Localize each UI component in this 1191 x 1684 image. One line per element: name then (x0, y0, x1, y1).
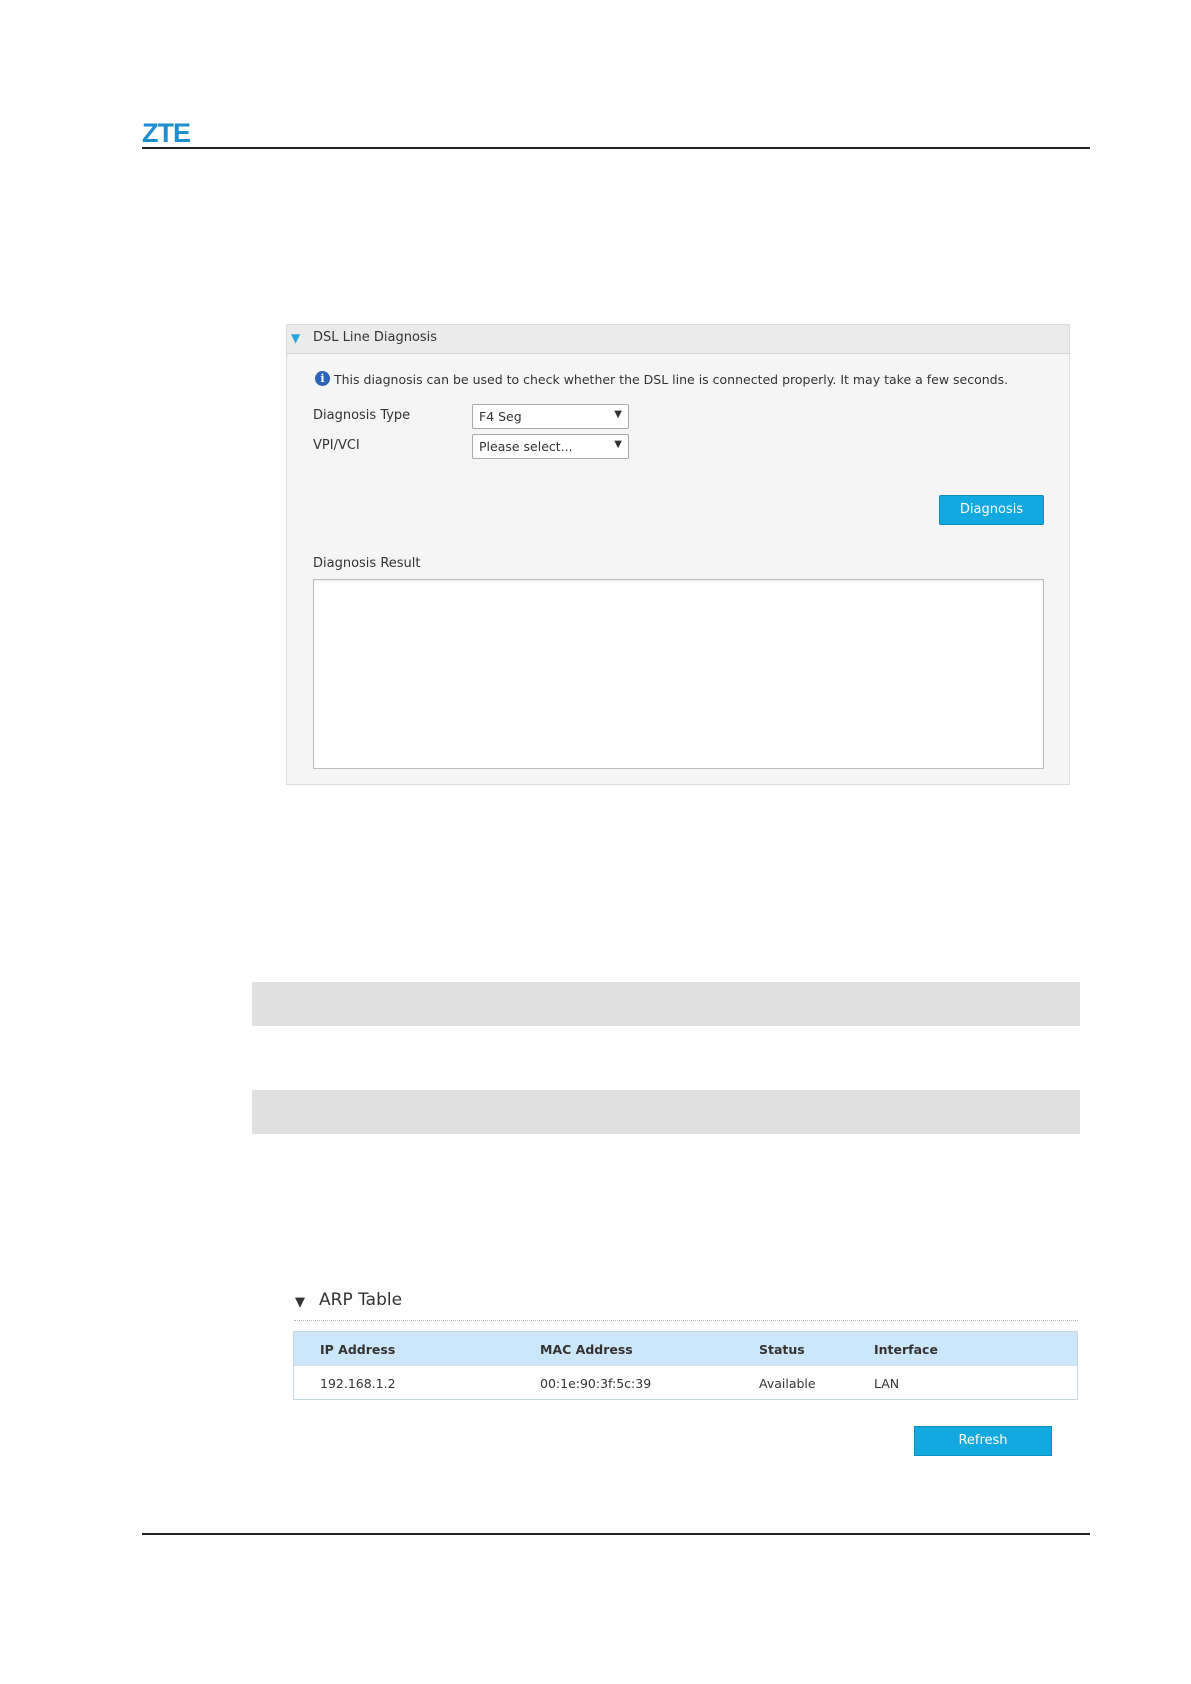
dropdown-arrow-icon: ▼ (614, 439, 622, 450)
header-rule (142, 147, 1090, 149)
vpi-vci-select[interactable]: Please select... ▼ (472, 434, 629, 459)
zte-logo: ZTE (142, 118, 191, 148)
column-header-interface: Interface (874, 1342, 938, 1357)
vpi-vci-label: VPI/VCI (313, 438, 360, 453)
dsl-line-diagnosis-panel: ▼ DSL Line Diagnosis i This diagnosis ca… (286, 324, 1070, 785)
footer-rule (142, 1533, 1090, 1535)
diagnosis-type-value: F4 Seg (479, 409, 522, 424)
dropdown-arrow-icon: ▼ (614, 409, 622, 420)
diagnosis-button[interactable]: Diagnosis (939, 495, 1044, 525)
arp-table: IP Address MAC Address Status Interface … (293, 1331, 1078, 1400)
cell-status: Available (759, 1376, 816, 1391)
dsl-panel-header[interactable]: ▼ DSL Line Diagnosis (287, 325, 1069, 354)
info-icon: i (315, 371, 330, 386)
arp-table-title: ARP Table (319, 1290, 403, 1310)
vpi-vci-value: Please select... (479, 439, 573, 454)
column-header-mac: MAC Address (540, 1342, 633, 1357)
collapse-triangle-icon[interactable]: ▼ (291, 331, 300, 345)
dotted-divider (294, 1320, 1078, 1321)
info-message: This diagnosis can be used to check whet… (334, 372, 1009, 387)
cell-mac: 00:1e:90:3f:5c:39 (540, 1376, 652, 1391)
dsl-panel-title: DSL Line Diagnosis (313, 330, 438, 345)
column-header-status: Status (759, 1342, 805, 1357)
arp-table-header: IP Address MAC Address Status Interface (294, 1332, 1077, 1366)
diagnosis-type-select[interactable]: F4 Seg ▼ (472, 404, 629, 429)
gray-separator-bar (252, 1090, 1080, 1134)
cell-ip: 192.168.1.2 (320, 1376, 396, 1391)
diagnosis-result-textarea[interactable] (313, 579, 1044, 769)
collapse-triangle-icon[interactable]: ▼ (295, 1295, 305, 1310)
cell-interface: LAN (874, 1376, 900, 1391)
column-header-ip: IP Address (320, 1342, 396, 1357)
refresh-button[interactable]: Refresh (914, 1426, 1052, 1456)
diagnosis-result-label: Diagnosis Result (313, 556, 421, 571)
gray-separator-bar (252, 982, 1080, 1026)
diagnosis-type-label: Diagnosis Type (313, 408, 411, 423)
